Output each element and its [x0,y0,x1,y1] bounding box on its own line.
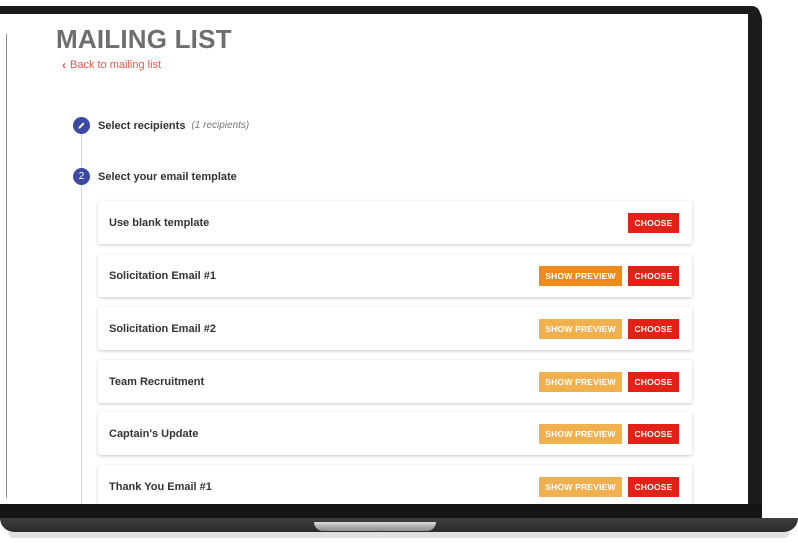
template-title: Use blank template [109,216,210,229]
step-select-template: 2 Select your email template [73,168,237,185]
show-preview-button[interactable]: SHOW PREVIEW [539,318,622,339]
template-title: Solicitation Email #2 [109,322,216,335]
choose-button[interactable]: CHOOSE [628,371,679,392]
pencil-icon [73,117,90,134]
template-title: Team Recruitment [109,375,205,388]
step-select-recipients[interactable]: Select recipients (1 recipients) [73,117,249,134]
template-title: Solicitation Email #1 [109,269,216,282]
step-number-badge: 2 [73,168,90,185]
choose-button[interactable]: CHOOSE [628,476,679,497]
show-preview-button[interactable]: SHOW PREVIEW [539,265,622,286]
back-link-label: Back to mailing list [70,59,162,71]
template-title: Thank You Email #1 [109,480,212,493]
template-card: Solicitation Email #2 SHOW PREVIEW CHOOS… [98,307,692,350]
template-card: Captain's Update SHOW PREVIEW CHOOSE [98,412,692,455]
laptop-bezel-right [748,6,762,518]
laptop-bezel-left [6,34,7,498]
laptop-frame: MAILING LIST ‹ Back to mailing list Sele… [0,0,798,543]
template-card: Thank You Email #1 SHOW PREVIEW CHOOSE [98,465,692,504]
step-label: Select your email template [98,170,237,183]
laptop-bezel-top [0,6,760,14]
back-link[interactable]: ‹ Back to mailing list [62,58,161,72]
template-card: Use blank template CHOOSE [98,201,692,244]
chevron-left-icon: ‹ [62,58,66,72]
show-preview-button[interactable]: SHOW PREVIEW [539,423,622,444]
template-card: Solicitation Email #1 SHOW PREVIEW CHOOS… [98,254,692,297]
template-card: Team Recruitment SHOW PREVIEW CHOOSE [98,360,692,403]
choose-button[interactable]: CHOOSE [628,265,679,286]
laptop-base-shadow [8,532,790,538]
show-preview-button[interactable]: SHOW PREVIEW [539,476,622,497]
choose-button[interactable]: CHOOSE [628,212,679,233]
choose-button[interactable]: CHOOSE [628,423,679,444]
page-title: MAILING LIST [56,24,232,54]
laptop-base-notch [314,522,436,531]
choose-button[interactable]: CHOOSE [628,318,679,339]
template-title: Captain's Update [109,427,199,440]
recipients-count: (1 recipients) [191,120,250,131]
screen: MAILING LIST ‹ Back to mailing list Sele… [8,14,748,504]
show-preview-button[interactable]: SHOW PREVIEW [539,371,622,392]
step-label: Select recipients [98,119,186,132]
